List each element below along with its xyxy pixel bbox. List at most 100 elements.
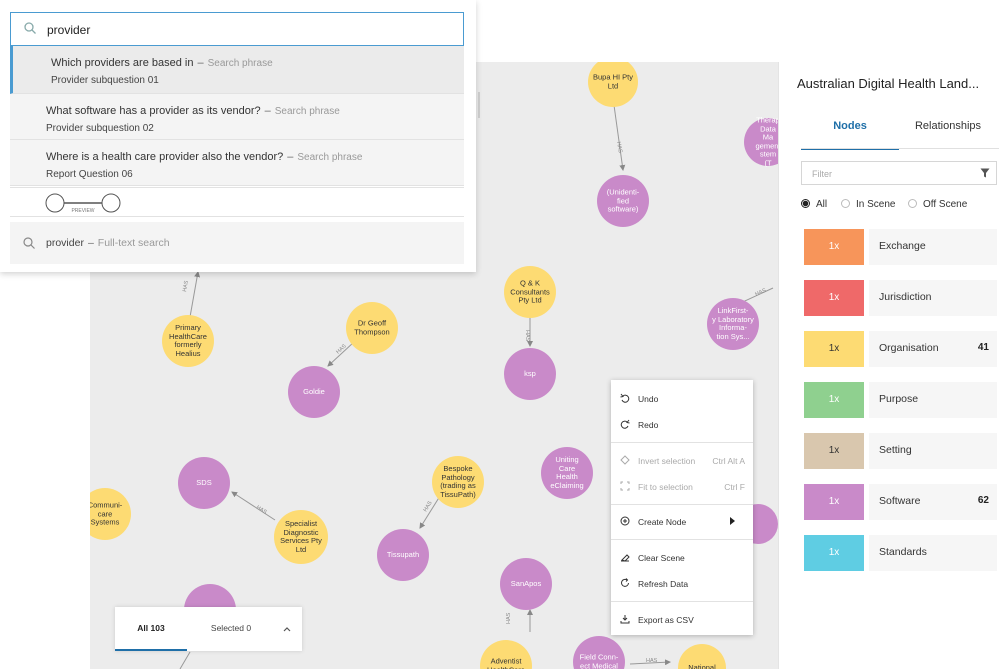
chevron-up-icon[interactable] xyxy=(283,625,291,633)
category-label: Software xyxy=(879,495,921,507)
edge-label: HAS xyxy=(615,141,623,154)
edge-label: HAS xyxy=(754,288,767,298)
menu-fit-to-selection[interactable]: Fit to selection Ctrl F xyxy=(611,476,753,498)
category-row[interactable]: 1x Organisation 41 xyxy=(801,331,997,369)
graph-node[interactable] xyxy=(541,447,593,499)
category-label: Standards xyxy=(879,546,927,558)
category-label-box: Purpose xyxy=(869,382,997,418)
graph-node[interactable] xyxy=(500,558,552,610)
graph-node[interactable] xyxy=(707,298,759,350)
search-panel: Which providers are based in–Search phra… xyxy=(0,0,476,272)
result-subtitle: Provider subquestion 02 xyxy=(46,123,154,134)
menu-redo[interactable]: Redo xyxy=(611,414,753,436)
category-swatch[interactable]: 1x xyxy=(804,280,864,316)
category-label-box: Software 62 xyxy=(869,484,997,520)
graph-node[interactable] xyxy=(678,644,726,669)
fulltext-search-row[interactable]: provider – Full-text search xyxy=(10,222,464,264)
edge xyxy=(179,651,191,669)
search-result-item[interactable]: Which providers are based in – Search phra… xyxy=(10,46,464,94)
search-icon xyxy=(23,237,35,249)
graph-node[interactable] xyxy=(597,175,649,227)
category-label-box: Standards xyxy=(869,535,997,571)
category-label: Organisation xyxy=(879,342,939,354)
graph-node[interactable] xyxy=(744,118,778,166)
graph-node[interactable] xyxy=(346,302,398,354)
search-result-item[interactable]: Where is a health care provider also the… xyxy=(10,140,464,186)
tab-relationships[interactable]: Relationships xyxy=(899,118,997,148)
radio-checked-icon xyxy=(801,199,810,208)
radio-in-scene[interactable]: In Scene xyxy=(841,198,895,212)
graph-node[interactable] xyxy=(90,488,131,540)
invert-selection-icon xyxy=(620,455,630,465)
category-label-box: Jurisdiction xyxy=(869,280,997,316)
graph-node[interactable] xyxy=(162,315,214,367)
edge xyxy=(419,495,441,529)
download-icon xyxy=(620,615,630,624)
menu-export-csv[interactable]: Export as CSV xyxy=(611,609,753,631)
category-row[interactable]: 1x Setting xyxy=(801,433,997,471)
tab-all-count[interactable]: All 103 xyxy=(115,607,187,651)
category-swatch[interactable]: 1x xyxy=(804,229,864,265)
search-result-item[interactable]: What software has a provider as its vend… xyxy=(10,94,464,140)
graph-node[interactable] xyxy=(588,62,638,107)
menu-clear-scene[interactable]: Clear Scene xyxy=(611,547,753,569)
submenu-arrow-icon xyxy=(730,517,735,525)
radio-all[interactable]: All xyxy=(801,198,827,212)
menu-invert-selection[interactable]: Invert selection Ctrl Alt A xyxy=(611,450,753,472)
graph-node[interactable] xyxy=(504,266,556,318)
graph-node[interactable] xyxy=(573,636,625,669)
edge xyxy=(231,491,276,521)
tab-nodes[interactable]: Nodes xyxy=(801,118,899,150)
context-menu: Undo Redo Invert selection Ctrl Alt A Fit… xyxy=(611,380,753,635)
filter-box[interactable] xyxy=(801,161,997,185)
category-label: Setting xyxy=(879,444,912,456)
menu-separator xyxy=(611,442,753,443)
graph-node[interactable] xyxy=(432,456,484,508)
category-swatch[interactable]: 1x xyxy=(804,484,864,520)
category-count: 62 xyxy=(977,495,989,506)
menu-refresh-data[interactable]: Refresh Data xyxy=(611,573,753,595)
menu-separator xyxy=(611,601,753,602)
graph-node[interactable] xyxy=(288,366,340,418)
graph-node[interactable] xyxy=(480,640,532,669)
redo-icon xyxy=(620,419,630,429)
graph-node[interactable] xyxy=(274,510,328,564)
eraser-icon xyxy=(621,554,630,562)
tab-divider xyxy=(801,148,999,149)
category-label: Jurisdiction xyxy=(879,291,932,303)
category-row[interactable]: 1x Software 62 xyxy=(801,484,997,522)
category-swatch[interactable]: 1x xyxy=(804,382,864,418)
refresh-icon xyxy=(621,578,629,587)
radio-off-scene[interactable]: Off Scene xyxy=(908,198,967,212)
category-row[interactable]: 1x Standards xyxy=(801,535,997,573)
category-label: Purpose xyxy=(879,393,919,405)
search-input[interactable] xyxy=(45,18,449,42)
panel-divider xyxy=(478,92,480,118)
preview-row[interactable]: PREVIEW xyxy=(10,187,464,217)
edge-label: HAS xyxy=(182,280,190,293)
category-swatch[interactable]: 1x xyxy=(804,535,864,571)
filter-icon[interactable] xyxy=(980,168,990,178)
selection-bar: All 103 Selected 0 xyxy=(115,607,302,651)
category-row[interactable]: 1x Purpose xyxy=(801,382,997,420)
filter-input[interactable] xyxy=(810,166,964,182)
menu-create-node[interactable]: Create Node xyxy=(611,511,753,533)
search-box[interactable] xyxy=(10,12,464,46)
edge xyxy=(612,97,626,171)
category-row[interactable]: 1x Exchange xyxy=(801,229,997,267)
graph-node[interactable] xyxy=(377,529,429,581)
tab-selected-count[interactable]: Selected 0 xyxy=(197,607,265,649)
node-legend-panel: Australian Digital Health Land... Nodes … xyxy=(778,62,1000,669)
category-swatch[interactable]: 1x xyxy=(804,433,864,469)
radio-unchecked-icon xyxy=(841,199,850,208)
menu-undo[interactable]: Undo xyxy=(611,388,753,410)
edge-label: HAS xyxy=(506,612,512,624)
edge-label: HAS xyxy=(524,330,530,342)
fit-selection-icon xyxy=(620,481,630,491)
graph-node[interactable] xyxy=(178,457,230,509)
category-row[interactable]: 1x Jurisdiction xyxy=(801,280,997,318)
category-swatch[interactable]: 1x xyxy=(804,331,864,367)
preview-graph-icon: PREVIEW xyxy=(45,193,121,214)
graph-node[interactable] xyxy=(504,348,556,400)
category-count: 41 xyxy=(977,342,989,353)
